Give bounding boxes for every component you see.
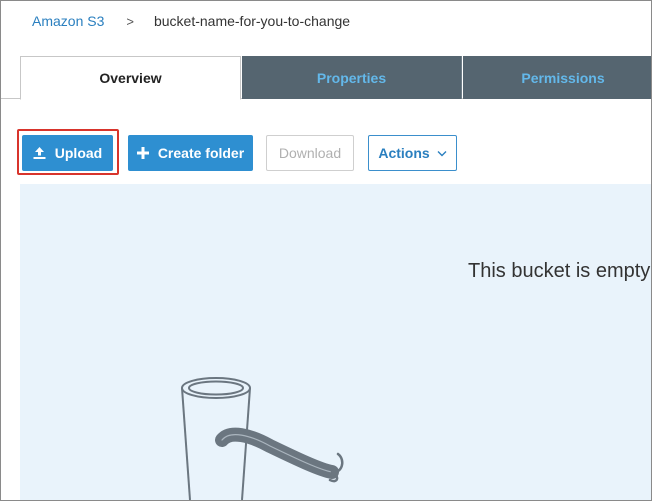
toolbar: Upload Create folder Download Actions (1, 129, 651, 175)
empty-bucket-message: This bucket is empty (468, 260, 651, 282)
tab-overview[interactable]: Overview (20, 56, 241, 100)
empty-bucket-panel: This bucket is empty (20, 184, 651, 500)
breadcrumb-separator: > (126, 13, 134, 29)
tab-permissions[interactable]: Permissions (463, 56, 651, 99)
empty-bucket-illustration (170, 360, 370, 500)
plus-icon (136, 147, 149, 159)
tab-properties[interactable]: Properties (242, 56, 462, 99)
upload-button-label: Upload (54, 145, 103, 161)
s3-console-frame: Amazon S3 > bucket-name-for-you-to-chang… (0, 0, 652, 501)
actions-dropdown-button[interactable]: Actions (368, 135, 457, 171)
create-folder-button-label: Create folder (157, 145, 245, 161)
breadcrumb: Amazon S3 > bucket-name-for-you-to-chang… (32, 11, 350, 31)
download-button[interactable]: Download (266, 135, 354, 171)
create-folder-button[interactable]: Create folder (128, 135, 253, 171)
chevron-down-icon (437, 150, 447, 157)
upload-icon (33, 147, 46, 159)
breadcrumb-root-link[interactable]: Amazon S3 (32, 13, 104, 29)
breadcrumb-current: bucket-name-for-you-to-change (153, 13, 351, 29)
tabs-bar: Overview Properties Permissions (1, 56, 651, 100)
upload-button[interactable]: Upload (22, 135, 113, 171)
actions-button-label: Actions (378, 145, 430, 161)
